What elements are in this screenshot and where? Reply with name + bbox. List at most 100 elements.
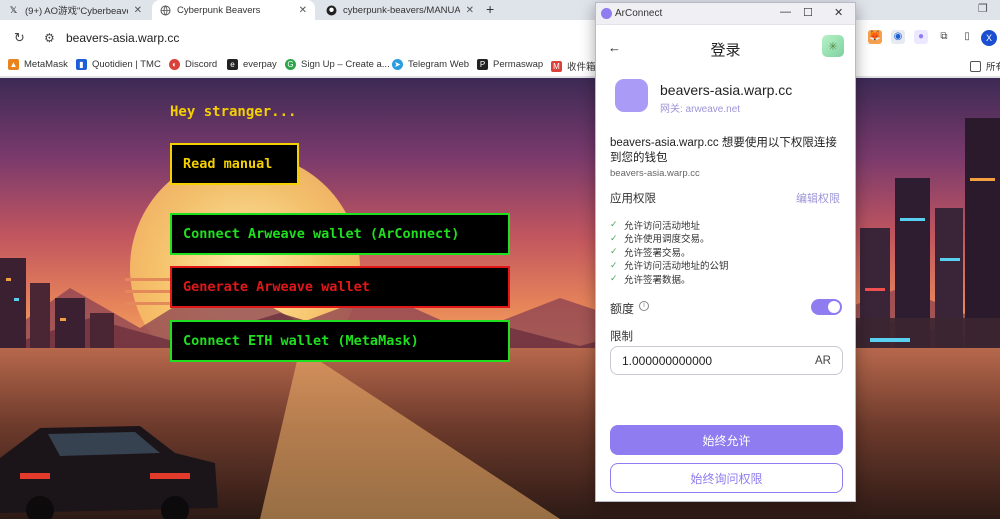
info-icon[interactable]: i [639,301,649,311]
extensions-area: 🦊 ◉ ● ⧉ ▯ [868,30,974,44]
folder-icon [970,60,981,72]
tab-title: (9+) AO游戏"Cyberbeavers"发 [25,6,128,17]
permissions-title: 应用权限 [610,193,656,205]
read-manual-button[interactable]: Read manual [170,143,299,185]
connect-eth-wallet-button[interactable]: Connect ETH wallet (MetaMask) [170,320,510,362]
bookmark-label: Discord [185,59,218,70]
extension-icon[interactable]: ◉ [891,30,905,44]
bookmark-label: Sign Up – Create a... [301,59,390,70]
app-name: beavers-asia.warp.cc [660,82,793,98]
signup-icon: G [285,59,296,70]
permission-label: 允许访问活动地址 [624,220,701,232]
popup-window-title: ArConnect [615,8,663,19]
bookmark-label: MetaMask [24,59,68,70]
wallet-avatar-icon[interactable]: ✳ [822,35,844,57]
permaswap-icon: P [477,59,488,70]
gmail-icon: M [551,60,562,72]
limit-unit: AR [815,354,831,367]
permission-item: ✓ 允许签署交易。 [610,245,729,259]
tab-title: cyberpunk-beavers/MANUAL [343,4,460,16]
connect-arweave-wallet-button[interactable]: Connect Arweave wallet (ArConnect) [170,213,510,255]
road-glow [260,348,560,519]
bookmark-label: 所有 [986,62,1000,73]
bookmark-all[interactable]: 所有 [970,59,1000,73]
discord-icon: ◐ [169,59,180,70]
address-bar[interactable]: beavers-asia.warp.cc [66,31,179,45]
puzzle-icon[interactable]: ⧉ [937,30,951,44]
minimize-icon[interactable]: — [780,6,791,18]
maximize-icon[interactable]: ☐ [803,6,813,19]
allowance-label: 额度 [610,302,635,316]
restore-icon[interactable]: ❐ [978,2,988,15]
permission-request-origin: beavers-asia.warp.cc [610,168,700,179]
metamask-icon[interactable]: 🦊 [868,30,882,44]
toggle-knob [828,301,840,313]
telegram-icon: ➤ [392,59,403,70]
tab-x-post[interactable]: 𝕏 (9+) AO游戏"Cyberbeavers"发 ✕ [0,0,150,20]
arconnect-popup: ArConnect — ☐ ✕ ← 登录 ✳ beavers-asia.warp… [595,2,856,502]
permission-request-text: beavers-asia.warp.cc 想要使用以下权限连接到您的钱包 [610,137,837,164]
edit-permissions-link[interactable]: 编辑权限 [796,190,840,206]
permission-item: ✓ 允许签署数据。 [610,272,729,286]
permission-label: 允许签署数据。 [624,274,691,286]
bookmark-label: Quotidien | TMC [92,59,161,70]
close-icon[interactable]: ✕ [834,6,843,19]
arconnect-icon [601,8,612,19]
always-ask-button[interactable]: 始终询问权限 [610,463,843,493]
tmc-icon: ▮ [76,59,87,70]
limit-field[interactable]: 1.000000000000 AR [610,346,843,375]
permission-label: 允许使用调度交易。 [624,234,710,246]
check-icon: ✓ [610,232,618,243]
permission-label: 允许访问活动地址的公钥 [624,261,729,273]
tab-github-manual[interactable]: cyberpunk-beavers/MANUAL ✕ [318,0,482,20]
x-icon: 𝕏 [9,4,18,15]
bookmark-label: Telegram Web [408,59,470,70]
popup-titlebar: ArConnect — ☐ ✕ [596,3,855,25]
permission-item: ✓ 允许访问活动地址 [610,218,729,232]
always-allow-button[interactable]: 始终允许 [610,425,843,455]
permission-label: 允许签署交易。 [624,247,691,259]
bookmark-tmc[interactable]: ▮ Quotidien | TMC [76,59,161,70]
bookmark-label: everpay [243,59,277,70]
bookmark-signup[interactable]: G Sign Up – Create a... [285,59,390,70]
check-icon: ✓ [610,259,618,270]
allowance-toggle[interactable] [811,299,842,315]
bookmark-gmail[interactable]: M 收件箱 [551,59,596,73]
bookmark-telegram[interactable]: ➤ Telegram Web [392,59,469,70]
check-icon: ✓ [610,219,618,230]
bookmark-metamask[interactable]: ▲ MetaMask [8,59,68,70]
limit-value[interactable]: 1.000000000000 [622,354,815,368]
tab-cyberpunk-beavers[interactable]: Cyberpunk Beavers ✕ [152,0,315,20]
check-icon: ✓ [610,273,618,284]
globe-icon [160,5,171,16]
permissions-list: ✓ 允许访问活动地址 ✓ 允许使用调度交易。 ✓ 允许签署交易。 ✓ 允许访问活动地址的… [610,218,729,286]
game-headline: Hey stranger... [170,104,297,120]
permission-item: ✓ 允许访问活动地址的公钥 [610,259,729,273]
arconnect-icon[interactable]: ● [914,30,928,44]
popup-title: 登录 [710,42,741,59]
metamask-icon: ▲ [8,59,19,70]
close-icon[interactable]: ✕ [466,5,474,16]
site-info-icon[interactable]: ⚙ [44,31,55,45]
bookmark-discord[interactable]: ◐ Discord [169,59,217,70]
bookmark-label: 收件箱 [567,62,596,73]
reload-icon[interactable]: ↻ [14,30,25,46]
new-tab-button[interactable]: + [486,1,494,17]
github-icon [326,5,337,16]
city-skyline-left [0,258,114,358]
avatar[interactable]: X [981,30,997,46]
sidepanel-icon[interactable]: ▯ [960,30,974,44]
check-icon: ✓ [610,246,618,257]
bookmark-everpay[interactable]: e everpay [227,59,277,70]
tab-title: Cyberpunk Beavers [177,4,261,16]
permission-item: ✓ 允许使用调度交易。 [610,232,729,246]
car-illustration [0,426,218,519]
bookmark-permaswap[interactable]: P Permaswap [477,59,543,70]
bookmark-label: Permaswap [493,59,544,70]
close-icon[interactable]: ✕ [134,5,142,16]
close-icon[interactable]: ✕ [299,5,307,16]
gateway-text: 网关: arweave.net [660,104,741,115]
app-logo [615,79,648,112]
generate-arweave-wallet-button[interactable]: Generate Arweave wallet [170,266,510,308]
everpay-icon: e [227,59,238,70]
